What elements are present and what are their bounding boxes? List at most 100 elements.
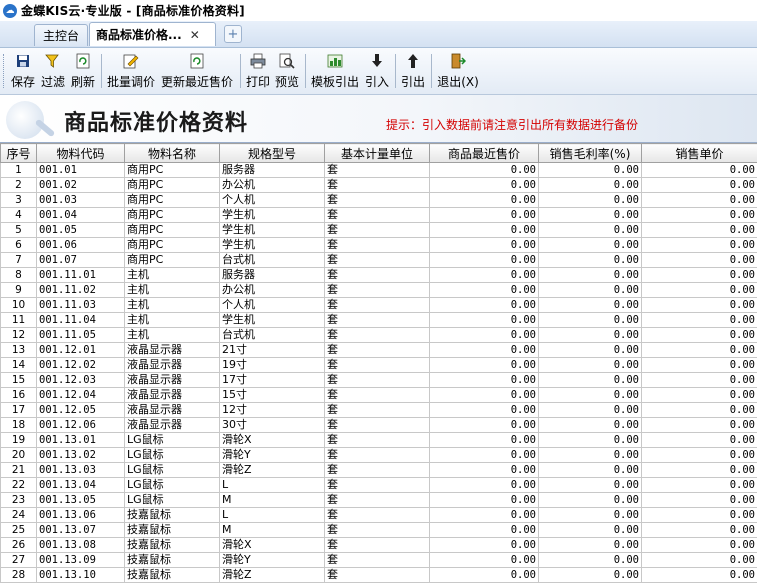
cell-recent-price[interactable]: 0.00 <box>429 177 539 193</box>
table-row[interactable]: 27 001.13.09 技嘉鼠标 滑轮Y 套 0.00 0.00 0.00 <box>0 552 757 568</box>
cell-recent-price[interactable]: 0.00 <box>429 282 539 298</box>
table-row[interactable]: 12 001.11.05 主机 台式机套 0.00 0.00 0.00 <box>0 327 757 343</box>
cell-unit-price[interactable]: 0.00 <box>641 402 757 418</box>
cell-margin[interactable]: 0.00 <box>538 207 642 223</box>
print-button[interactable]: 打印 <box>245 50 271 92</box>
batch-price-button[interactable]: 批量调价 <box>106 50 156 92</box>
cell-margin[interactable]: 0.00 <box>538 552 642 568</box>
cell-margin[interactable]: 0.00 <box>538 357 642 373</box>
cell-margin[interactable]: 0.00 <box>538 267 642 283</box>
table-row[interactable]: 26 001.13.08 技嘉鼠标 滑轮X 套 0.00 0.00 0.00 <box>0 537 757 553</box>
cell-unit-price[interactable]: 0.00 <box>641 177 757 193</box>
cell-unit-price[interactable]: 0.00 <box>641 357 757 373</box>
import-button[interactable]: 引入 <box>364 50 390 92</box>
col-header-unit[interactable]: 基本计量单位 <box>324 143 430 163</box>
cell-unit-price[interactable]: 0.00 <box>641 267 757 283</box>
cell-margin[interactable]: 0.00 <box>538 417 642 433</box>
cell-unit-price[interactable]: 0.00 <box>641 252 757 268</box>
cell-unit-price[interactable]: 0.00 <box>641 507 757 523</box>
cell-margin[interactable]: 0.00 <box>538 507 642 523</box>
cell-recent-price[interactable]: 0.00 <box>429 312 539 328</box>
cell-unit-price[interactable]: 0.00 <box>641 552 757 568</box>
cell-recent-price[interactable]: 0.00 <box>429 567 539 583</box>
cell-margin[interactable]: 0.00 <box>538 462 642 478</box>
cell-recent-price[interactable]: 0.00 <box>429 342 539 358</box>
table-row[interactable]: 2 001.02 商用PC 办公机套 0.00 0.00 0.00 <box>0 177 757 193</box>
cell-margin[interactable]: 0.00 <box>538 297 642 313</box>
cell-recent-price[interactable]: 0.00 <box>429 192 539 208</box>
cell-margin[interactable]: 0.00 <box>538 282 642 298</box>
cell-recent-price[interactable]: 0.00 <box>429 387 539 403</box>
cell-margin[interactable]: 0.00 <box>538 237 642 253</box>
toolbar-grip[interactable] <box>3 54 7 88</box>
cell-margin[interactable]: 0.00 <box>538 372 642 388</box>
table-row[interactable]: 16 001.12.04 液晶显示器 15寸套 0.00 0.00 0.00 <box>0 387 757 403</box>
cell-recent-price[interactable]: 0.00 <box>429 267 539 283</box>
preview-button[interactable]: 预览 <box>274 50 300 92</box>
cell-unit-price[interactable]: 0.00 <box>641 207 757 223</box>
table-row[interactable]: 22 001.13.04 LG鼠标 L 套 0.00 0.00 0.00 <box>0 477 757 493</box>
cell-unit-price[interactable]: 0.00 <box>641 162 757 178</box>
cell-unit-price[interactable]: 0.00 <box>641 477 757 493</box>
cell-unit-price[interactable]: 0.00 <box>641 447 757 463</box>
cell-margin[interactable]: 0.00 <box>538 162 642 178</box>
cell-recent-price[interactable]: 0.00 <box>429 522 539 538</box>
cell-recent-price[interactable]: 0.00 <box>429 417 539 433</box>
cell-unit-price[interactable]: 0.00 <box>641 237 757 253</box>
table-row[interactable]: 3 001.03 商用PC 个人机套 0.00 0.00 0.00 <box>0 192 757 208</box>
cell-recent-price[interactable]: 0.00 <box>429 327 539 343</box>
table-row[interactable]: 5 001.05 商用PC 学生机套 0.00 0.00 0.00 <box>0 222 757 238</box>
cell-unit-price[interactable]: 0.00 <box>641 462 757 478</box>
table-row[interactable]: 25 001.13.07 技嘉鼠标 M 套 0.00 0.00 0.00 <box>0 522 757 538</box>
cell-unit-price[interactable]: 0.00 <box>641 372 757 388</box>
cell-margin[interactable]: 0.00 <box>538 522 642 538</box>
cell-margin[interactable]: 0.00 <box>538 402 642 418</box>
cell-unit-price[interactable]: 0.00 <box>641 432 757 448</box>
cell-margin[interactable]: 0.00 <box>538 567 642 583</box>
cell-margin[interactable]: 0.00 <box>538 387 642 403</box>
cell-margin[interactable]: 0.00 <box>538 432 642 448</box>
table-row[interactable]: 28 001.13.10 技嘉鼠标 滑轮Z 套 0.00 0.00 0.00 <box>0 567 757 583</box>
cell-margin[interactable]: 0.00 <box>538 177 642 193</box>
table-row[interactable]: 11 001.11.04 主机 学生机套 0.00 0.00 0.00 <box>0 312 757 328</box>
template-export-button[interactable]: 模板引出 <box>310 50 360 92</box>
cell-unit-price[interactable]: 0.00 <box>641 312 757 328</box>
cell-recent-price[interactable]: 0.00 <box>429 207 539 223</box>
cell-unit-price[interactable]: 0.00 <box>641 522 757 538</box>
col-header-name[interactable]: 物料名称 <box>124 143 220 163</box>
table-row[interactable]: 24 001.13.06 技嘉鼠标 L 套 0.00 0.00 0.00 <box>0 507 757 523</box>
table-row[interactable]: 13 001.12.01 液晶显示器 21寸套 0.00 0.00 0.00 <box>0 342 757 358</box>
table-row[interactable]: 10 001.11.03 主机 个人机套 0.00 0.00 0.00 <box>0 297 757 313</box>
refresh-button[interactable]: 刷新 <box>70 50 96 92</box>
add-tab-icon[interactable]: + <box>224 25 242 43</box>
cell-unit-price[interactable]: 0.00 <box>641 327 757 343</box>
cell-recent-price[interactable]: 0.00 <box>429 237 539 253</box>
cell-unit-price[interactable]: 0.00 <box>641 222 757 238</box>
cell-recent-price[interactable]: 0.00 <box>429 297 539 313</box>
cell-recent-price[interactable]: 0.00 <box>429 447 539 463</box>
table-row[interactable]: 9 001.11.02 主机 办公机套 0.00 0.00 0.00 <box>0 282 757 298</box>
table-row[interactable]: 8 001.11.01 主机 服务器套 0.00 0.00 0.00 <box>0 267 757 283</box>
col-header-seq[interactable]: 序号 <box>0 143 37 163</box>
save-button[interactable]: 保存 <box>10 50 36 92</box>
cell-margin[interactable]: 0.00 <box>538 447 642 463</box>
col-header-code[interactable]: 物料代码 <box>36 143 125 163</box>
cell-margin[interactable]: 0.00 <box>538 192 642 208</box>
tab-standard-price[interactable]: 商品标准价格... ✕ <box>89 22 216 46</box>
table-row[interactable]: 17 001.12.05 液晶显示器 12寸套 0.00 0.00 0.00 <box>0 402 757 418</box>
cell-unit-price[interactable]: 0.00 <box>641 417 757 433</box>
cell-recent-price[interactable]: 0.00 <box>429 222 539 238</box>
table-row[interactable]: 15 001.12.03 液晶显示器 17寸套 0.00 0.00 0.00 <box>0 372 757 388</box>
table-row[interactable]: 18 001.12.06 液晶显示器 30寸套 0.00 0.00 0.00 <box>0 417 757 433</box>
table-row[interactable]: 14 001.12.02 液晶显示器 19寸套 0.00 0.00 0.00 <box>0 357 757 373</box>
table-row[interactable]: 6 001.06 商用PC 学生机套 0.00 0.00 0.00 <box>0 237 757 253</box>
update-recent-price-button[interactable]: 更新最近售价 <box>159 50 235 92</box>
cell-unit-price[interactable]: 0.00 <box>641 297 757 313</box>
cell-margin[interactable]: 0.00 <box>538 477 642 493</box>
cell-margin[interactable]: 0.00 <box>538 312 642 328</box>
cell-margin[interactable]: 0.00 <box>538 327 642 343</box>
cell-recent-price[interactable]: 0.00 <box>429 537 539 553</box>
cell-margin[interactable]: 0.00 <box>538 537 642 553</box>
cell-recent-price[interactable]: 0.00 <box>429 552 539 568</box>
exit-button[interactable]: 退出(X) <box>436 50 480 92</box>
